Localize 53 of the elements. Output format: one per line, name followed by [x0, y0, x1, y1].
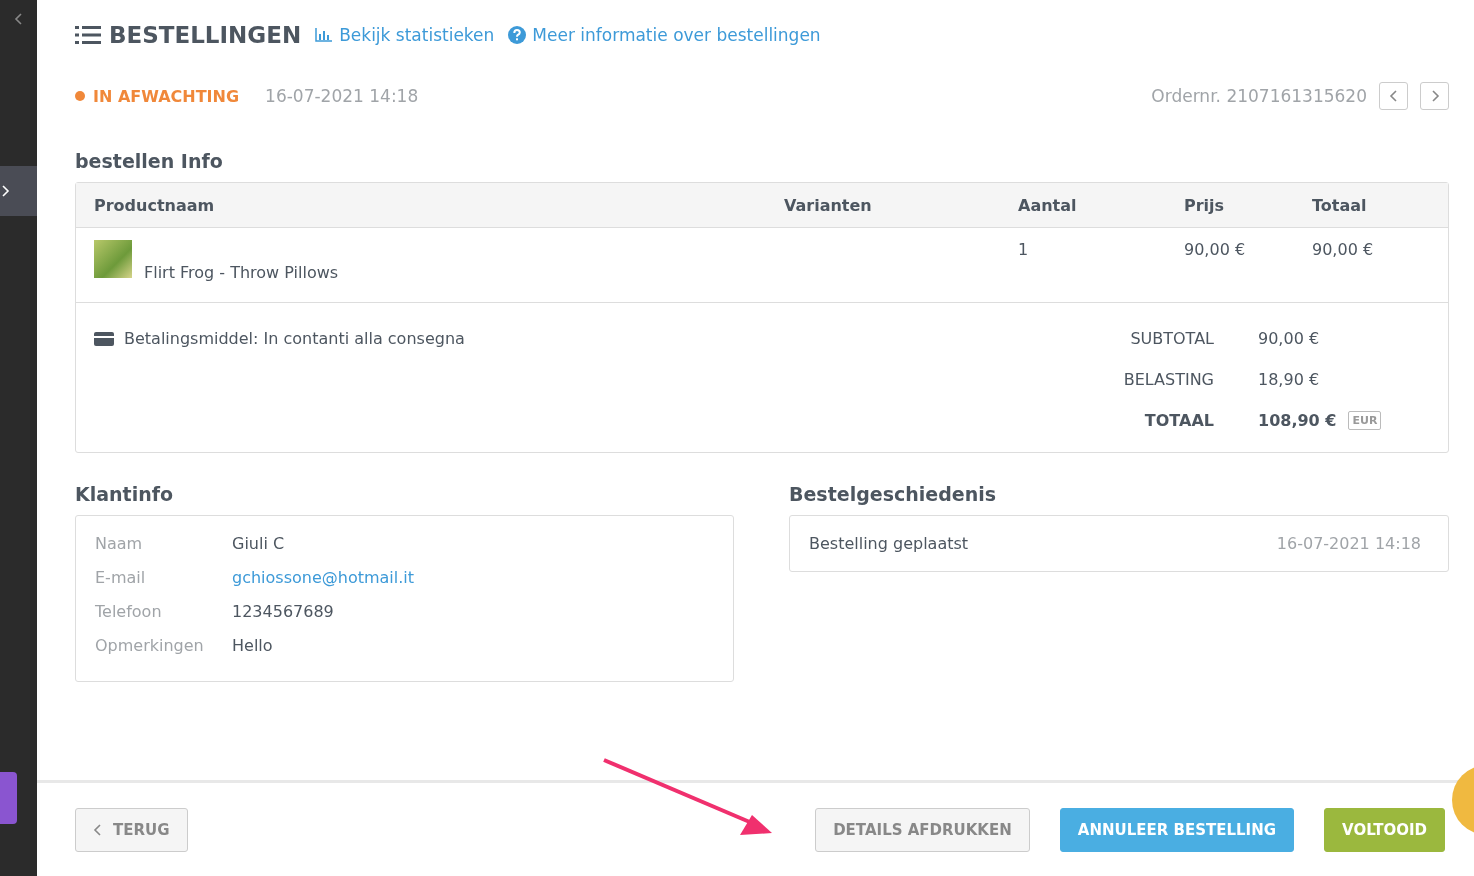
product-thumbnail	[94, 240, 132, 278]
action-button[interactable]: ANNULEER BESTELLING	[1059, 807, 1295, 852]
field-label: Telefoon	[95, 602, 163, 621]
column-header: Totaal	[1312, 195, 1368, 215]
order-status: IN AFWACHTING	[93, 86, 240, 106]
table-cell-text: 90,00 €	[1312, 240, 1375, 259]
chevron-right-icon	[0, 184, 10, 198]
payment-method: Betalingsmiddel: In contanti alla consegna	[124, 329, 465, 348]
action-button[interactable]: TERUG	[75, 807, 188, 852]
total-label: SUBTOTAL	[1129, 329, 1214, 348]
help-icon	[508, 26, 527, 44]
credit-card-icon	[94, 331, 114, 346]
table-cell-text: 1	[1018, 240, 1030, 259]
order-number: Ordernr. 2107161315620	[1151, 86, 1367, 106]
page-title: BESTELLINGEN	[75, 22, 302, 48]
field-label: Opmerkingen	[95, 636, 205, 655]
field-value: 1234567689	[232, 602, 335, 621]
sidebar-button[interactable]	[0, 772, 17, 824]
action-button[interactable]: DETAILS AFDRUKKEN	[815, 807, 1030, 852]
section-title: Klantinfo	[75, 483, 175, 505]
total-label: TOTAAL	[1143, 411, 1214, 430]
table-cell-text: 90,00 €	[1184, 240, 1247, 259]
field-label: Naam	[95, 534, 144, 553]
header-link[interactable]: Bekijk statistieken	[315, 25, 495, 45]
total-value: 108,90 €	[1258, 411, 1337, 430]
column-header: Aantal	[1018, 195, 1078, 215]
field-value: Hello	[232, 636, 274, 655]
product-name: Flirt Frog - Throw Pillows	[144, 263, 339, 282]
history-date: 16-07-2021 14:18	[1276, 534, 1421, 553]
column-header: Varianten	[784, 195, 873, 215]
total-value: 90,00 €	[1258, 329, 1320, 348]
action-button[interactable]: VOLTOOID	[1324, 807, 1445, 852]
field-label: E-mail	[95, 568, 147, 587]
bar-chart-icon	[315, 28, 334, 42]
list-icon	[75, 25, 101, 45]
chevron-left-icon	[1388, 89, 1399, 103]
next-button[interactable]	[1420, 82, 1449, 110]
currency-badge: EUR	[1348, 411, 1382, 430]
column-header: Productnaam	[94, 195, 216, 215]
chevron-right-icon	[1429, 89, 1440, 103]
header-link[interactable]: Meer informatie over bestellingen	[508, 25, 821, 45]
history-event: Bestelling geplaatst	[809, 534, 969, 553]
collapse-icon	[13, 12, 24, 26]
field-value: Giuli C	[232, 534, 286, 553]
order-date: 16-07-2021 14:18	[265, 86, 419, 106]
total-value: 18,90 €	[1258, 370, 1320, 389]
section-title: Bestelgeschiedenis	[789, 483, 997, 505]
chevron-left-icon	[93, 822, 103, 837]
total-label: BELASTING	[1123, 370, 1214, 389]
previous-button[interactable]	[1379, 82, 1408, 110]
column-header: Prijs	[1184, 195, 1226, 215]
email-link[interactable]: gchiossone@hotmail.it	[232, 568, 714, 587]
section-title: bestellen Info	[75, 150, 224, 172]
